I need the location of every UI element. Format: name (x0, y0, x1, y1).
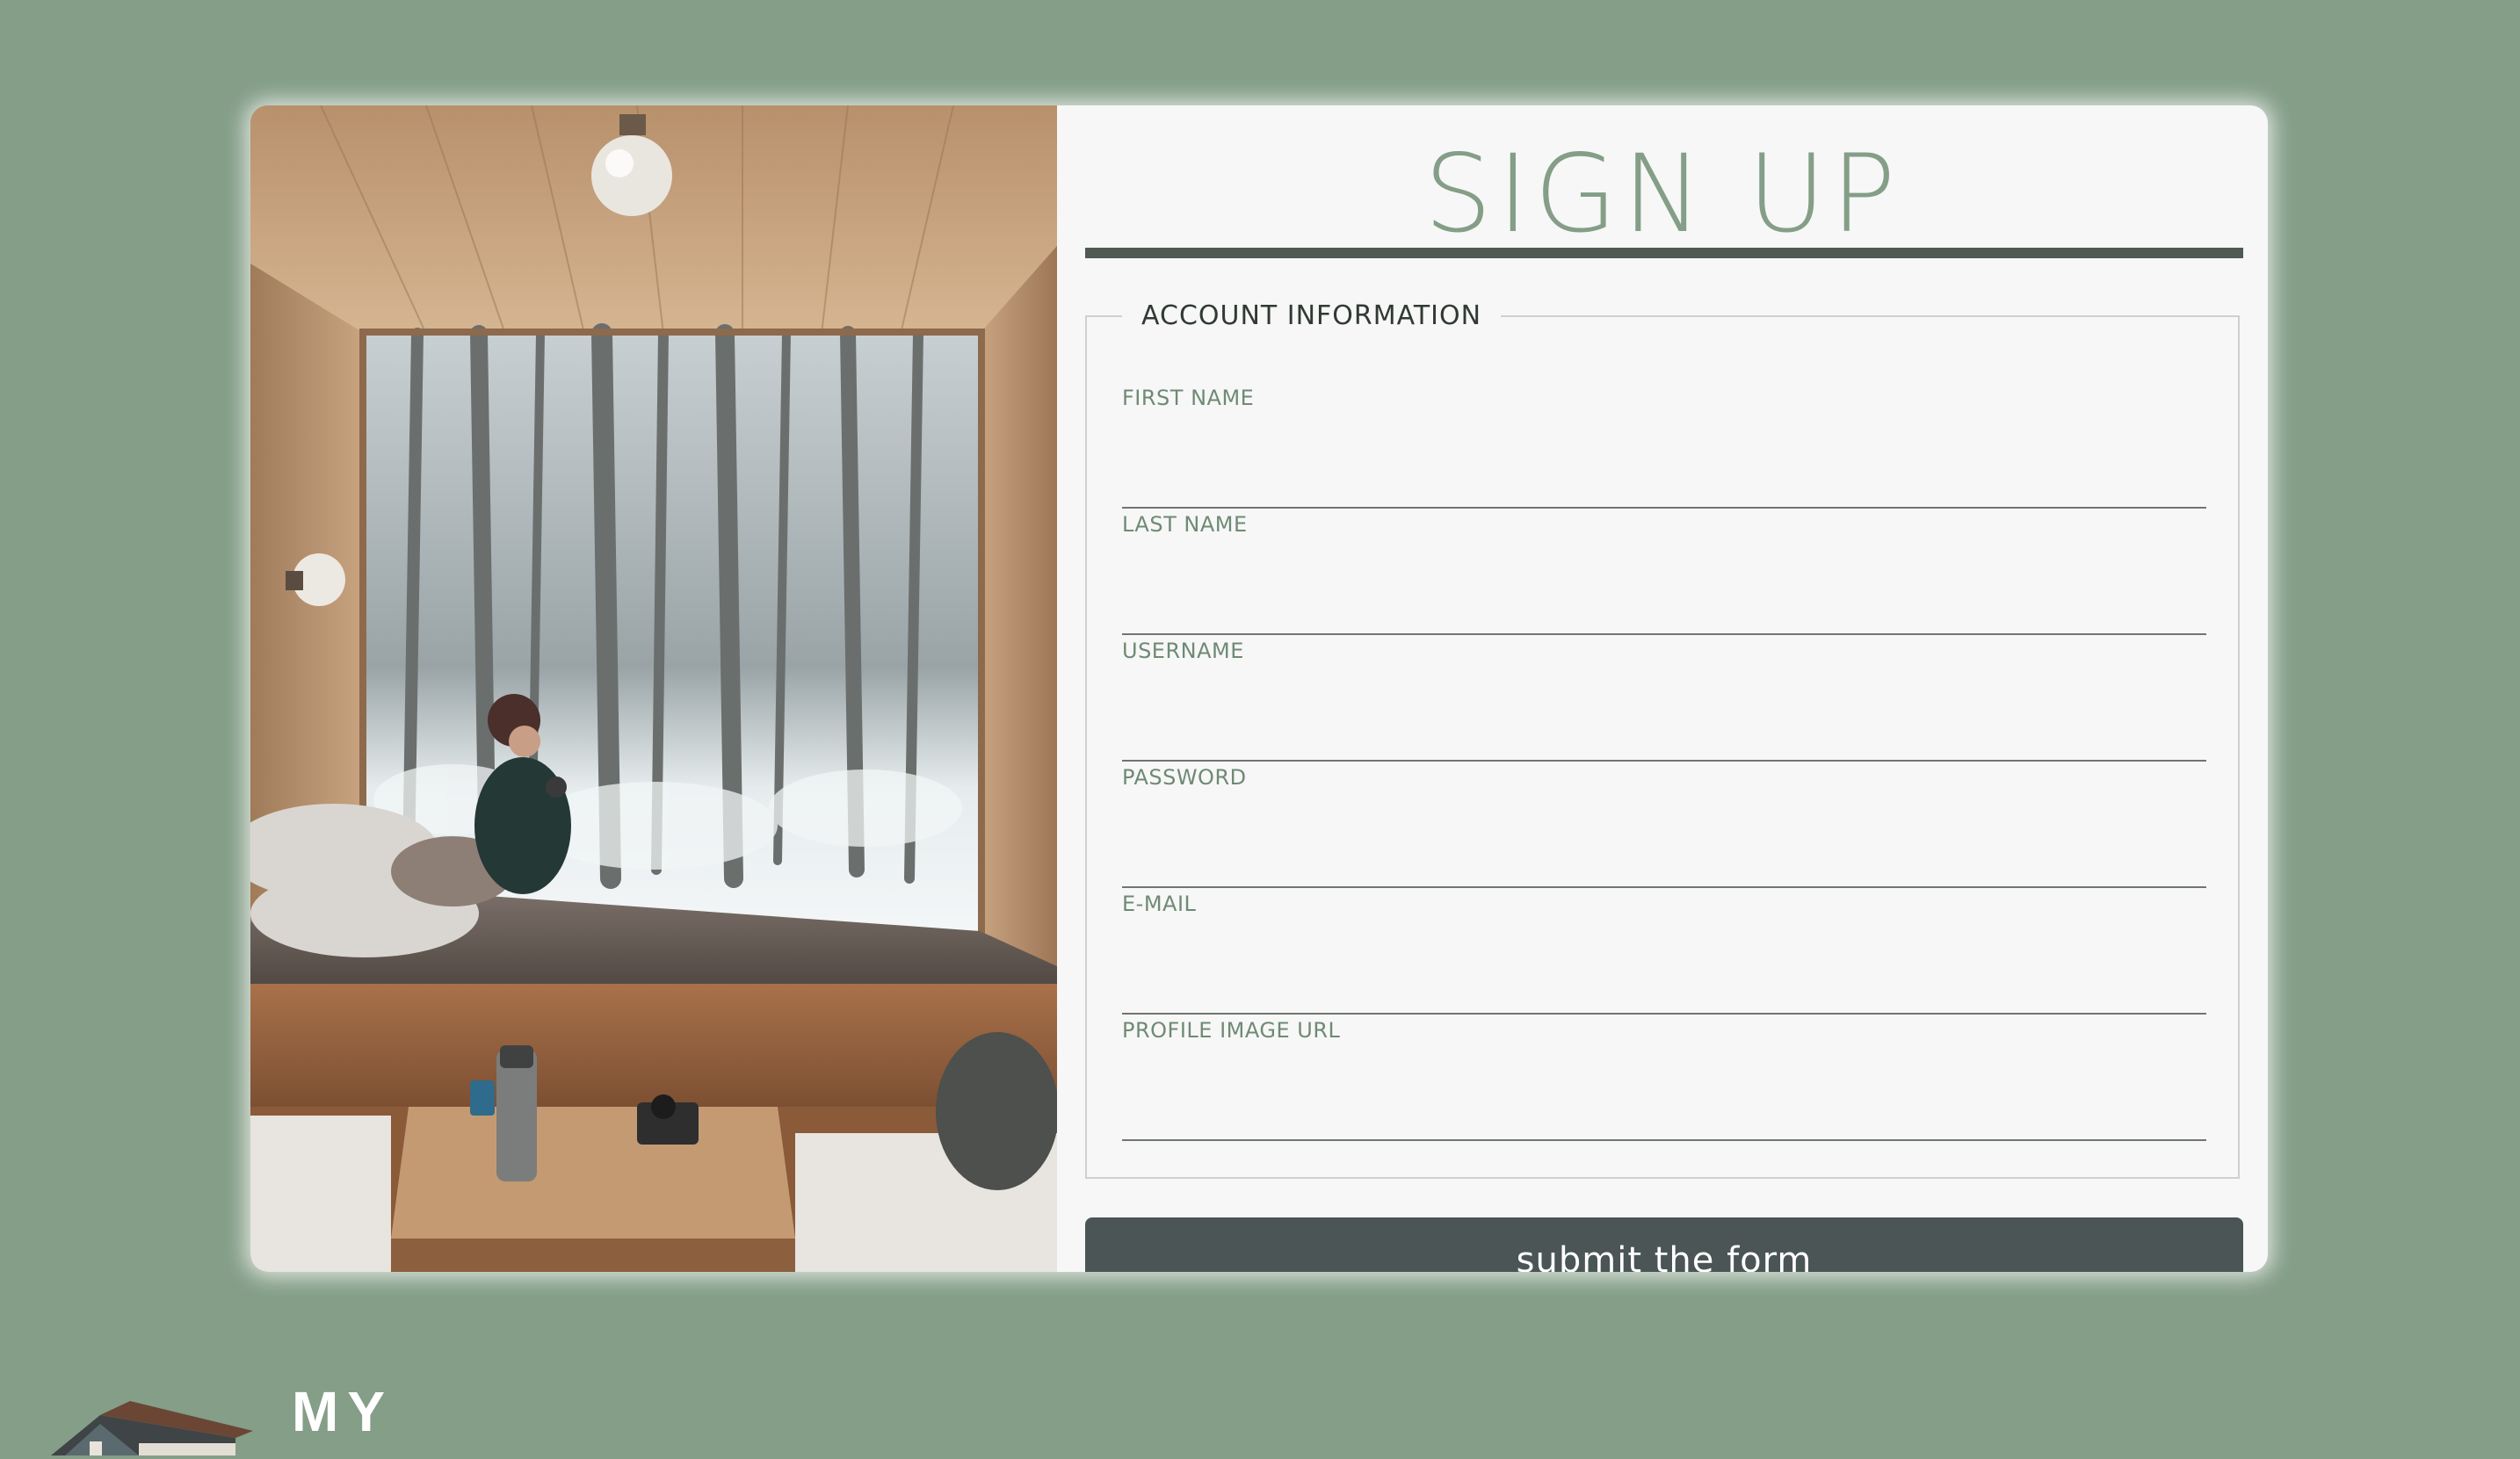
signup-card: SIGN UP ACCOUNT INFORMATION FIRST NAME L… (250, 105, 2268, 1272)
last-name-input[interactable] (1122, 574, 2206, 635)
profile-image-url-label: PROFILE IMAGE URL (1122, 1018, 1341, 1043)
email-label: E-MAIL (1122, 892, 1197, 916)
username-input[interactable] (1122, 700, 2206, 762)
profile-image-url-field-group: PROFILE IMAGE URL (1122, 1018, 2206, 1141)
account-information-fieldset: ACCOUNT INFORMATION FIRST NAME LAST NAME… (1085, 300, 2240, 1179)
first-name-input[interactable] (1122, 447, 2206, 509)
cabin-photo (250, 105, 1057, 1272)
submit-button[interactable]: submit the form (1085, 1217, 2243, 1272)
title-divider (1085, 248, 2243, 258)
last-name-field-group: LAST NAME (1122, 512, 2206, 635)
page-title: SIGN UP (1423, 132, 1901, 256)
house-icon (42, 1399, 253, 1459)
brand-text: MY (292, 1380, 394, 1443)
last-name-label: LAST NAME (1122, 512, 1248, 537)
username-field-group: USERNAME (1122, 639, 2206, 762)
username-label: USERNAME (1122, 639, 1244, 663)
email-input[interactable] (1122, 953, 2206, 1015)
footer-brand: MY (42, 1383, 446, 1455)
signup-form: SIGN UP ACCOUNT INFORMATION FIRST NAME L… (1057, 105, 2268, 1272)
password-field-group: PASSWORD (1122, 765, 2206, 888)
first-name-field-group: FIRST NAME (1122, 386, 2206, 509)
first-name-label: FIRST NAME (1122, 386, 1255, 410)
email-field-group: E-MAIL (1122, 892, 2206, 1015)
fieldset-legend: ACCOUNT INFORMATION (1141, 300, 1482, 331)
password-label: PASSWORD (1122, 765, 1247, 790)
password-input[interactable] (1122, 827, 2206, 888)
profile-image-url-input[interactable] (1122, 1080, 2206, 1141)
